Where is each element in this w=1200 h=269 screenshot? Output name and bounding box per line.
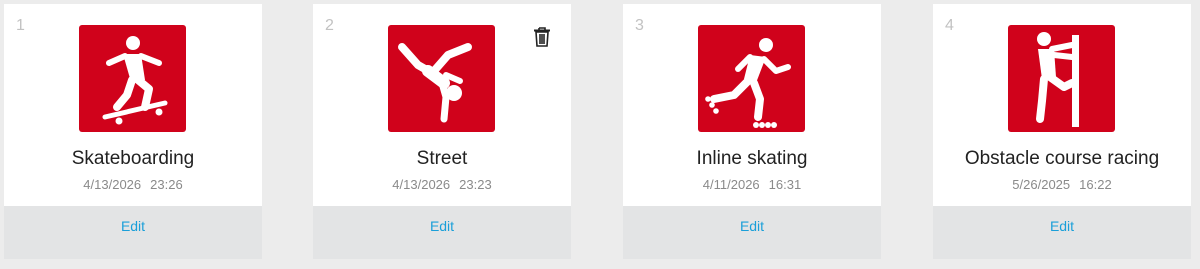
card-footer: Edit xyxy=(313,206,571,259)
card-number: 4 xyxy=(945,17,954,34)
card-timestamp: 4/13/2026 23:23 xyxy=(313,178,571,191)
obstacle-course-racing-icon xyxy=(1008,25,1115,132)
card-date: 4/11/2026 xyxy=(702,177,760,192)
card-date: 4/13/2026 xyxy=(392,177,451,192)
card-timestamp: 4/11/2026 16:31 xyxy=(623,178,881,191)
card-number: 1 xyxy=(16,17,25,34)
card-title: Skateboarding xyxy=(71,148,195,169)
card-footer: Edit xyxy=(933,206,1191,259)
card-time: 16:31 xyxy=(768,177,802,192)
sport-card-skateboarding[interactable]: 1 Skateboarding 4/13/2026 23:26 Edit xyxy=(4,4,262,259)
edit-button[interactable]: Edit xyxy=(430,218,454,234)
trash-icon[interactable] xyxy=(533,26,551,48)
card-date: 5/26/2025 xyxy=(1012,177,1071,192)
edit-button[interactable]: Edit xyxy=(1050,218,1074,234)
card-date: 4/13/2026 xyxy=(83,177,142,192)
street-icon xyxy=(388,25,495,132)
card-number: 2 xyxy=(325,17,334,34)
card-footer: Edit xyxy=(623,206,881,259)
card-title: Street xyxy=(416,148,468,169)
skateboarding-icon xyxy=(79,25,186,132)
sport-card-grid: 1 Skateboarding 4/13/2026 23:26 Edit 2 S… xyxy=(0,0,1200,269)
edit-button[interactable]: Edit xyxy=(121,218,145,234)
card-time: 16:22 xyxy=(1079,177,1112,192)
inline-skating-icon xyxy=(698,25,805,132)
card-time: 23:26 xyxy=(150,177,183,192)
card-title: Inline skating xyxy=(696,148,808,169)
card-timestamp: 5/26/2025 16:22 xyxy=(933,178,1191,191)
card-timestamp: 4/13/2026 23:26 xyxy=(4,178,262,191)
edit-button[interactable]: Edit xyxy=(740,218,764,234)
card-footer: Edit xyxy=(4,206,262,259)
card-title: Obstacle course racing xyxy=(964,148,1160,169)
card-number: 3 xyxy=(635,17,644,34)
sport-card-inline-skating[interactable]: 3 Inline skating 4/11/2026 16:31 Edit xyxy=(623,4,881,259)
sport-card-street[interactable]: 2 Street 4/13/2026 23:23 Edit xyxy=(313,4,571,259)
sport-card-obstacle-course-racing[interactable]: 4 Obstacle course racing 5/26/2025 16:22 … xyxy=(933,4,1191,259)
card-time: 23:23 xyxy=(459,177,492,192)
